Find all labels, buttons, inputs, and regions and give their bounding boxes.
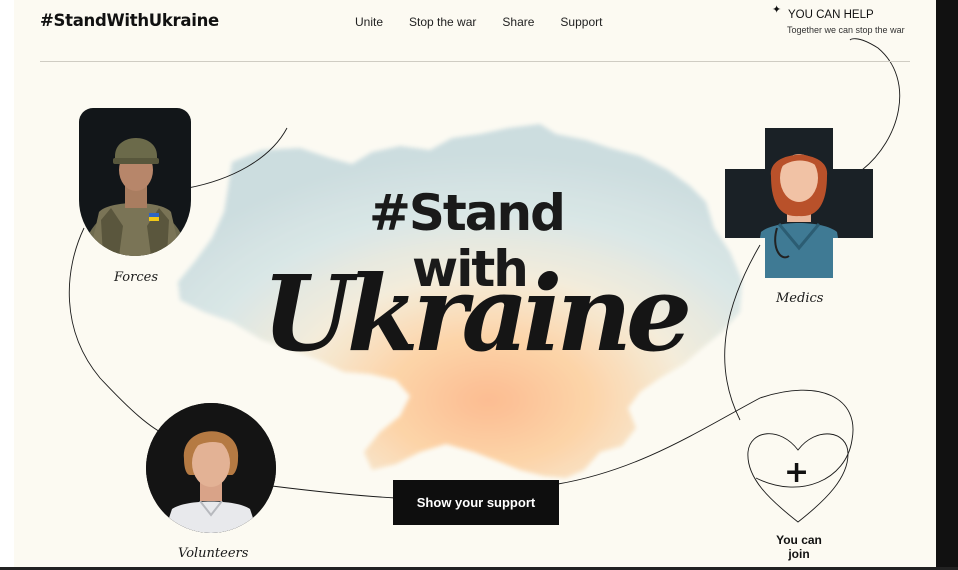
volunteers-image [146,403,276,533]
main-nav: Unite Stop the war Share Support [355,15,628,29]
brand-logo[interactable]: #StandWithUkraine [40,11,219,30]
hero-page: #StandWithUkraine Unite Stop the war Sha… [0,0,958,570]
volunteer-portrait [146,403,276,533]
frame-edge-left [0,0,14,570]
join-label[interactable]: You can join [770,533,828,562]
headline-ukraine: Ukraine [262,252,692,375]
frame-edge-right [936,0,958,570]
help-subtitle: Together we can stop the war [787,25,905,35]
medics-caption: Medics [776,291,824,306]
medics-image [725,128,873,278]
nav-support[interactable]: Support [560,15,602,29]
help-title: YOU CAN HELP [788,9,874,21]
soldier-portrait [83,138,187,256]
medic-portrait [725,128,873,278]
nav-share[interactable]: Share [502,15,534,29]
sparkle-icon: ✦ [772,3,782,16]
volunteers-caption: Volunteers [178,546,249,561]
forces-image [79,108,191,256]
nav-stop-the-war[interactable]: Stop the war [409,15,476,29]
plus-icon[interactable]: + [784,458,809,488]
show-support-button[interactable]: Show your support [393,480,559,525]
nav-unite[interactable]: Unite [355,15,383,29]
forces-caption: Forces [114,270,158,285]
header-divider [40,61,910,62]
headline-stand: #Stand [369,184,566,242]
